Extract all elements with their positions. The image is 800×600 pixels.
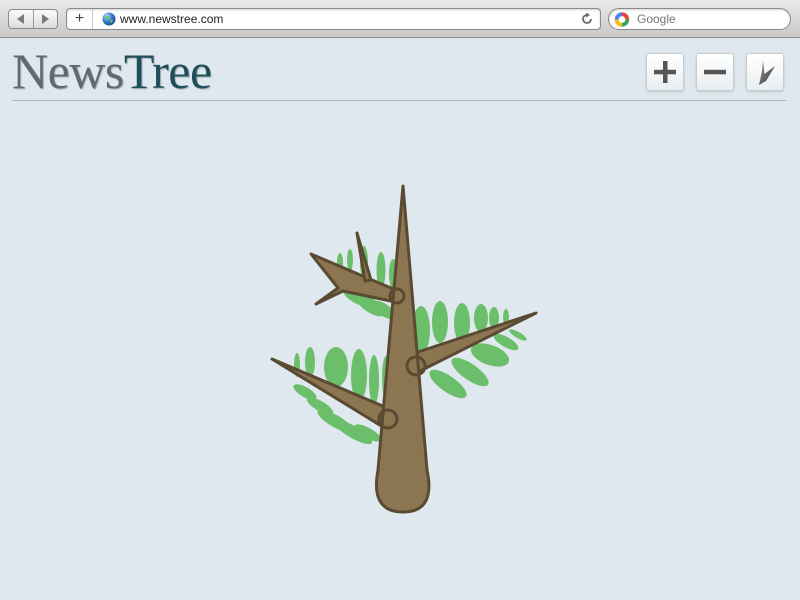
tree-illustration bbox=[270, 184, 538, 514]
forward-arrow-icon bbox=[42, 14, 50, 24]
add-branch-button[interactable] bbox=[646, 53, 684, 91]
plus-icon bbox=[654, 61, 676, 83]
back-arrow-icon bbox=[16, 14, 24, 24]
minus-icon bbox=[704, 69, 726, 75]
globe-icon bbox=[102, 12, 116, 26]
back-button[interactable] bbox=[9, 10, 33, 28]
site-logo[interactable]: NewsTree bbox=[12, 43, 212, 99]
news-tree[interactable] bbox=[265, 178, 545, 523]
browser-toolbar: + www.newstree.com Google bbox=[0, 0, 800, 38]
reload-icon[interactable] bbox=[580, 12, 594, 26]
remove-branch-button[interactable] bbox=[696, 53, 734, 91]
search-placeholder: Google bbox=[637, 12, 676, 26]
forward-button[interactable] bbox=[32, 10, 57, 28]
address-bar[interactable]: + www.newstree.com bbox=[66, 8, 601, 30]
header-divider bbox=[12, 100, 786, 101]
url-text: www.newstree.com bbox=[120, 12, 224, 26]
google-search-icon bbox=[614, 12, 630, 27]
add-bookmark-button[interactable]: + bbox=[67, 9, 93, 29]
thorn-tool-button[interactable] bbox=[746, 53, 784, 91]
history-nav bbox=[8, 9, 58, 29]
logo-tree: Tree bbox=[123, 43, 212, 99]
thorn-icon bbox=[759, 60, 775, 85]
search-field[interactable]: Google bbox=[608, 8, 791, 30]
logo-news: News bbox=[12, 43, 124, 99]
